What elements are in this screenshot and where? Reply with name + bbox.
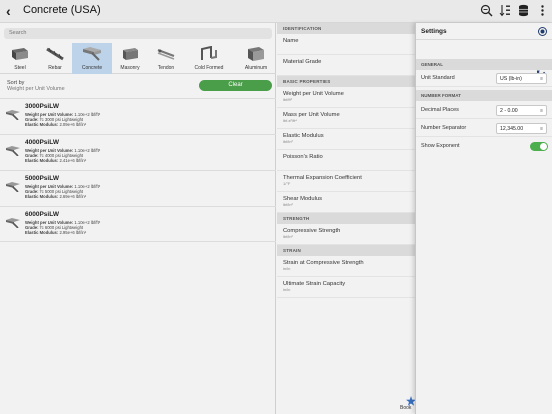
close-settings-icon[interactable] bbox=[538, 27, 547, 36]
item-name: 4000PsiLW bbox=[25, 139, 59, 146]
materials-list-pane: Steel Rebar Concrete Masonry Tendon bbox=[0, 23, 276, 414]
database-icon[interactable] bbox=[517, 4, 530, 17]
clear-sort-button[interactable]: Clear bbox=[199, 80, 272, 91]
list-item[interactable]: 6000PsiLW Weight per Unit Volume: 1.10e+… bbox=[0, 206, 276, 242]
sort-by-value: Weight per Unit Volume bbox=[7, 86, 65, 92]
category-rebar[interactable]: Rebar bbox=[35, 43, 75, 74]
concrete-icon bbox=[6, 110, 20, 120]
cold-formed-icon bbox=[201, 46, 217, 60]
concrete-icon bbox=[6, 146, 20, 156]
list-item[interactable]: 5000PsiLW Weight per Unit Volume: 1.10e+… bbox=[0, 170, 276, 206]
property-elastic-modulus[interactable]: Elastic Modulus lbf/in² bbox=[277, 129, 415, 150]
decimal-places-select[interactable]: 2 - 0.00 ≡ bbox=[496, 105, 547, 116]
property-poissons-ratio[interactable]: Poisson's Ratio bbox=[277, 150, 415, 171]
category-masonry[interactable]: Masonry bbox=[110, 43, 150, 74]
section-header-strain: STRAIN bbox=[277, 245, 415, 256]
property-thermal-expansion-coefficient[interactable]: Thermal Expansion Coefficient 1/°F bbox=[277, 171, 415, 192]
aluminum-icon bbox=[248, 47, 264, 61]
property-mass-per-unit-volume[interactable]: Mass per Unit Volume lbf-s²/ft⁴ bbox=[277, 108, 415, 129]
section-header-strength: STRENGTH bbox=[277, 213, 415, 224]
settings-panel: Settings GENERAL Unit Standard US (lb-in… bbox=[415, 23, 552, 414]
settings-title: Settings bbox=[421, 28, 447, 35]
concrete-icon bbox=[6, 218, 20, 228]
item-name: 6000PsiLW bbox=[25, 211, 59, 218]
search-input[interactable] bbox=[4, 28, 272, 39]
more-icon[interactable] bbox=[536, 4, 549, 17]
category-cold-formed[interactable]: Cold Formed bbox=[189, 43, 229, 74]
steel-icon bbox=[12, 48, 28, 60]
unit-standard-select[interactable]: US (lb-in) ≡ bbox=[496, 73, 547, 84]
back-icon[interactable]: ‹ bbox=[6, 3, 11, 19]
property-name[interactable]: Name bbox=[277, 34, 415, 55]
properties-pane: IDENTIFICATION Name Material Grade BASIC… bbox=[277, 23, 415, 414]
category-tendon[interactable]: Tendon bbox=[146, 43, 186, 74]
number-separator-label: Number Separator bbox=[421, 125, 467, 131]
concrete-icon bbox=[83, 47, 101, 61]
menu-icon: ≡ bbox=[540, 108, 543, 114]
section-header-identification: IDENTIFICATION bbox=[277, 23, 415, 34]
category-steel[interactable]: Steel bbox=[0, 43, 40, 74]
number-separator-select[interactable]: 12,345.00 ≡ bbox=[496, 123, 547, 134]
section-header-general: GENERAL bbox=[416, 59, 552, 70]
category-concrete[interactable]: Concrete bbox=[72, 43, 112, 74]
bookmarks-tab[interactable]: Book bbox=[399, 396, 416, 414]
property-shear-modulus[interactable]: Shear Modulus lbf/in² bbox=[277, 192, 415, 213]
settings-header: Settings bbox=[416, 23, 552, 40]
tendon-icon bbox=[157, 48, 175, 60]
category-aluminum[interactable]: Aluminum bbox=[236, 43, 276, 74]
property-weight-per-unit-volume[interactable]: Weight per Unit Volume lbf/ft³ bbox=[277, 87, 415, 108]
decimal-places-label: Decimal Places bbox=[421, 107, 459, 113]
property-compressive-strength[interactable]: Compressive Strength lbf/in² bbox=[277, 224, 415, 245]
property-material-grade[interactable]: Material Grade bbox=[277, 55, 415, 76]
sort-by-info: Sort by Weight per Unit Volume bbox=[7, 80, 65, 92]
list-item[interactable]: 4000PsiLW Weight per Unit Volume: 1.10e+… bbox=[0, 134, 276, 170]
unit-standard-row: Unit Standard US (lb-in) ≡ bbox=[416, 70, 552, 87]
navigation-bar: ‹ Concrete (USA) bbox=[0, 0, 552, 23]
menu-icon: ≡ bbox=[540, 126, 543, 132]
section-header-basic-properties: BASIC PROPERTIES bbox=[277, 76, 415, 87]
concrete-icon bbox=[6, 182, 20, 192]
property-ultimate-strain-capacity[interactable]: Ultimate Strain Capacity in/in bbox=[277, 277, 415, 298]
masonry-icon bbox=[123, 48, 138, 60]
show-exponent-label: Show Exponent bbox=[421, 143, 460, 149]
show-exponent-row: Show Exponent bbox=[416, 138, 552, 155]
material-category-bar: Steel Rebar Concrete Masonry Tendon Cold… bbox=[0, 42, 276, 74]
unit-standard-label: Unit Standard bbox=[421, 75, 455, 81]
menu-icon: ≡ bbox=[540, 76, 543, 82]
section-header-number-format: NUMBER FORMAT bbox=[416, 90, 552, 101]
item-name: 3000PsiLW bbox=[25, 103, 59, 110]
page-title: Concrete (USA) bbox=[23, 4, 101, 16]
number-separator-row: Number Separator 12,345.00 ≡ bbox=[416, 120, 552, 137]
decimal-places-row: Decimal Places 2 - 0.00 ≡ bbox=[416, 102, 552, 119]
rebar-icon bbox=[46, 47, 64, 61]
search-zoom-icon[interactable] bbox=[480, 4, 493, 17]
sort-icon[interactable] bbox=[499, 4, 512, 17]
show-exponent-toggle[interactable] bbox=[530, 142, 548, 151]
list-item[interactable]: 3000PsiLW Weight per Unit Volume: 1.10e+… bbox=[0, 98, 276, 134]
toggle-knob bbox=[540, 143, 547, 150]
item-name: 5000PsiLW bbox=[25, 175, 59, 182]
material-list: 3000PsiLW Weight per Unit Volume: 1.10e+… bbox=[0, 98, 276, 242]
property-strain-at-compressive-strength[interactable]: Strain at Compressive Strength in/in bbox=[277, 256, 415, 277]
